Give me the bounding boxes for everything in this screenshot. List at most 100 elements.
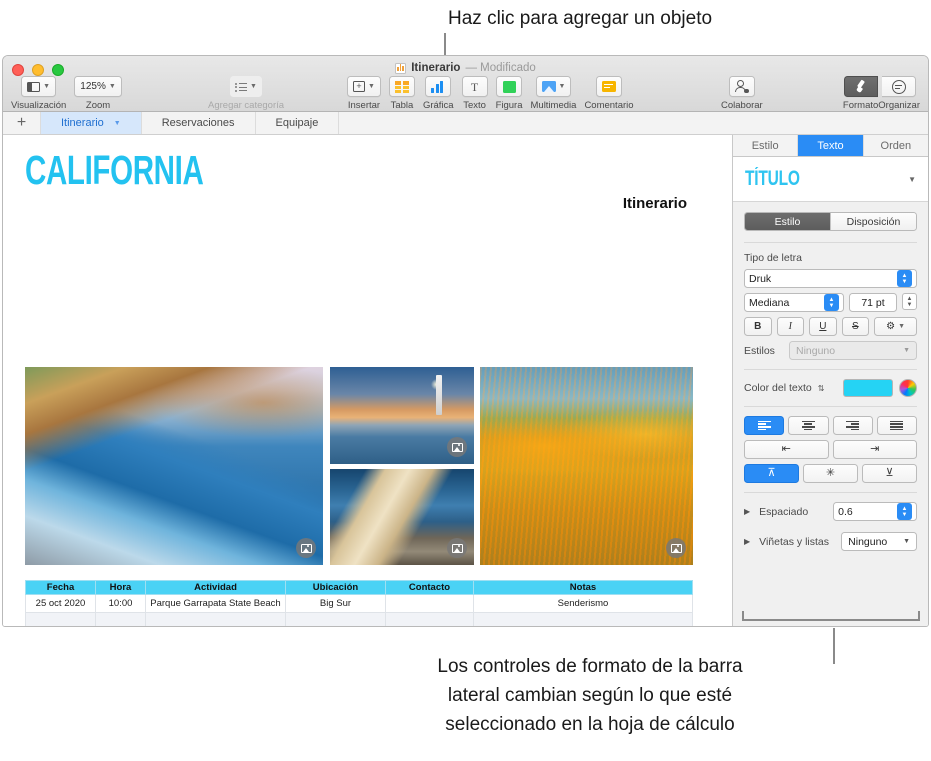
coastal-cliffs-photo[interactable] bbox=[25, 367, 323, 565]
table-cell[interactable] bbox=[285, 612, 386, 626]
spreadsheet-canvas[interactable]: CALIFORNIA Itinerario Fecha Hora Activid… bbox=[3, 135, 732, 626]
arrange-tool[interactable]: Organizar bbox=[878, 76, 920, 111]
sheet-tab-equipaje[interactable]: Equipaje bbox=[256, 112, 340, 134]
media-button[interactable]: ▼ bbox=[535, 76, 572, 97]
sheet-tab-reservaciones[interactable]: Reservaciones bbox=[142, 112, 256, 134]
lighthouse-photo[interactable] bbox=[330, 367, 474, 464]
table-tool[interactable]: Tabla bbox=[388, 76, 415, 111]
image-placeholder-icon[interactable] bbox=[666, 538, 686, 558]
decrease-indent-button[interactable]: ⇤ bbox=[744, 440, 829, 459]
zoom-button[interactable]: 125% ▼ bbox=[74, 76, 122, 97]
disclosure-triangle-icon[interactable]: ▶ bbox=[744, 507, 750, 516]
format-button[interactable] bbox=[843, 76, 878, 97]
font-family-select[interactable]: Druk ▲ ▼ bbox=[744, 269, 917, 288]
comment-button[interactable] bbox=[595, 76, 622, 97]
align-left-button[interactable] bbox=[744, 416, 785, 435]
poppy-field-photo[interactable] bbox=[480, 367, 693, 565]
text-button[interactable]: T bbox=[461, 76, 488, 97]
table-cell[interactable] bbox=[25, 612, 96, 626]
align-center-button[interactable] bbox=[788, 416, 829, 435]
image-placeholder-icon[interactable] bbox=[447, 437, 467, 457]
sidebar-tab-estilo[interactable]: Estilo bbox=[733, 135, 799, 156]
zoom-tool[interactable]: 125% ▼ Zoom bbox=[74, 76, 122, 111]
paragraph-style-header[interactable]: TÍTULO ▼ bbox=[733, 157, 928, 202]
sidebar-tab-texto[interactable]: Texto bbox=[798, 135, 864, 156]
table-row[interactable] bbox=[25, 612, 693, 626]
table-cell[interactable] bbox=[385, 594, 474, 613]
table-header-cell[interactable]: Notas bbox=[473, 580, 693, 595]
sidebar-tab-orden[interactable]: Orden bbox=[864, 135, 928, 156]
view-button[interactable]: ▼ bbox=[21, 76, 57, 97]
table-header-cell[interactable]: Contacto bbox=[385, 580, 474, 595]
itinerary-table[interactable]: Fecha Hora Actividad Ubicación Contacto … bbox=[25, 580, 693, 626]
collaborate-tool[interactable]: Colaborar bbox=[721, 76, 763, 111]
font-weight-select[interactable]: Mediana ▲ ▼ bbox=[744, 293, 844, 312]
text-color-swatch[interactable] bbox=[843, 379, 893, 397]
section-label[interactable]: Itinerario bbox=[623, 195, 687, 212]
table-cell[interactable]: Big Sur bbox=[285, 594, 386, 613]
font-weight-stepper[interactable]: ▲ ▼ bbox=[824, 294, 839, 311]
chart-button[interactable] bbox=[425, 76, 452, 97]
table-row[interactable]: 25 oct 2020 10:00 Parque Garrapata State… bbox=[25, 594, 693, 613]
table-header-cell[interactable]: Hora bbox=[95, 580, 146, 595]
table-button[interactable] bbox=[388, 76, 415, 97]
table-cell[interactable] bbox=[145, 612, 286, 626]
chevron-down-icon: ▼ bbox=[903, 538, 910, 545]
italic-button[interactable]: I bbox=[776, 317, 805, 336]
indent-group: ⇤ ⇥ bbox=[744, 440, 917, 459]
spacing-stepper[interactable]: ▲ ▼ bbox=[897, 503, 912, 520]
view-tool[interactable]: ▼ Visualización bbox=[11, 76, 66, 111]
table-header-cell[interactable]: Ubicación bbox=[285, 580, 386, 595]
table-header-cell[interactable]: Fecha bbox=[25, 580, 96, 595]
font-family-stepper[interactable]: ▲ ▼ bbox=[897, 270, 912, 287]
font-size-stepper[interactable]: ▲ ▼ bbox=[902, 293, 917, 310]
format-tool[interactable]: Formato bbox=[843, 76, 878, 111]
styles-select[interactable]: Ninguno ▼ bbox=[789, 341, 917, 360]
table-cell[interactable] bbox=[473, 612, 693, 626]
table-cell[interactable] bbox=[385, 612, 474, 626]
font-size-field[interactable]: 71 pt bbox=[849, 293, 897, 312]
strikethrough-button[interactable]: S bbox=[841, 317, 870, 336]
insert-tool[interactable]: + ▼ Insertar bbox=[347, 76, 381, 111]
chart-tool[interactable]: Gráfica bbox=[423, 76, 454, 111]
shape-button[interactable] bbox=[496, 76, 523, 97]
bold-button[interactable]: B bbox=[744, 317, 772, 336]
spacing-field[interactable]: 0.6 ▲ ▼ bbox=[833, 502, 917, 521]
image-placeholder-icon[interactable] bbox=[296, 538, 316, 558]
align-justify-button[interactable] bbox=[876, 416, 917, 435]
table-cell[interactable]: Senderismo bbox=[473, 594, 693, 613]
align-right-button[interactable] bbox=[832, 416, 873, 435]
chevron-down-icon[interactable]: ▼ bbox=[114, 120, 121, 127]
image-placeholder-icon[interactable] bbox=[447, 538, 467, 558]
sheet-tab-itinerario[interactable]: Itinerario ▼ bbox=[41, 112, 142, 134]
segment-disposicion[interactable]: Disposición bbox=[831, 213, 916, 230]
comment-tool[interactable]: Comentario bbox=[584, 76, 634, 111]
align-middle-button[interactable]: ✳ bbox=[803, 464, 858, 483]
page-title[interactable]: CALIFORNIA bbox=[25, 147, 204, 194]
bullets-select[interactable]: Ninguno ▼ bbox=[841, 532, 917, 551]
align-top-button[interactable]: ⊼ bbox=[744, 464, 799, 483]
insert-button[interactable]: + ▼ bbox=[347, 76, 381, 97]
underline-button[interactable]: U bbox=[809, 317, 837, 336]
collaborate-button[interactable] bbox=[728, 76, 755, 97]
sea-lions-photo[interactable] bbox=[330, 469, 474, 565]
sort-arrows-icon[interactable]: ⇅ bbox=[818, 384, 825, 393]
disclosure-triangle-icon[interactable]: ▶ bbox=[744, 537, 750, 546]
align-bottom-button[interactable]: ⊻ bbox=[862, 464, 917, 483]
media-tool[interactable]: ▼ Multimedia bbox=[531, 76, 576, 111]
segment-estilo[interactable]: Estilo bbox=[745, 213, 831, 230]
table-cell[interactable]: 10:00 bbox=[95, 594, 146, 613]
font-options-button[interactable]: ⚙ ▼ bbox=[874, 317, 917, 336]
table-cell[interactable] bbox=[95, 612, 146, 626]
text-tool[interactable]: T Texto bbox=[461, 76, 488, 111]
table-cell[interactable]: 25 oct 2020 bbox=[25, 594, 96, 613]
table-header-cell[interactable]: Actividad bbox=[145, 580, 286, 595]
color-wheel-icon[interactable] bbox=[899, 379, 917, 397]
table-cell[interactable]: Parque Garrapata State Beach bbox=[145, 594, 286, 613]
increase-indent-button[interactable]: ⇥ bbox=[832, 440, 917, 459]
chevron-down-icon[interactable]: ▼ bbox=[908, 175, 916, 184]
add-sheet-button[interactable]: + bbox=[3, 112, 41, 134]
arrange-button[interactable] bbox=[882, 76, 917, 97]
style-layout-segmented-control[interactable]: Estilo Disposición bbox=[744, 212, 917, 231]
shape-tool[interactable]: Figura bbox=[496, 76, 523, 111]
